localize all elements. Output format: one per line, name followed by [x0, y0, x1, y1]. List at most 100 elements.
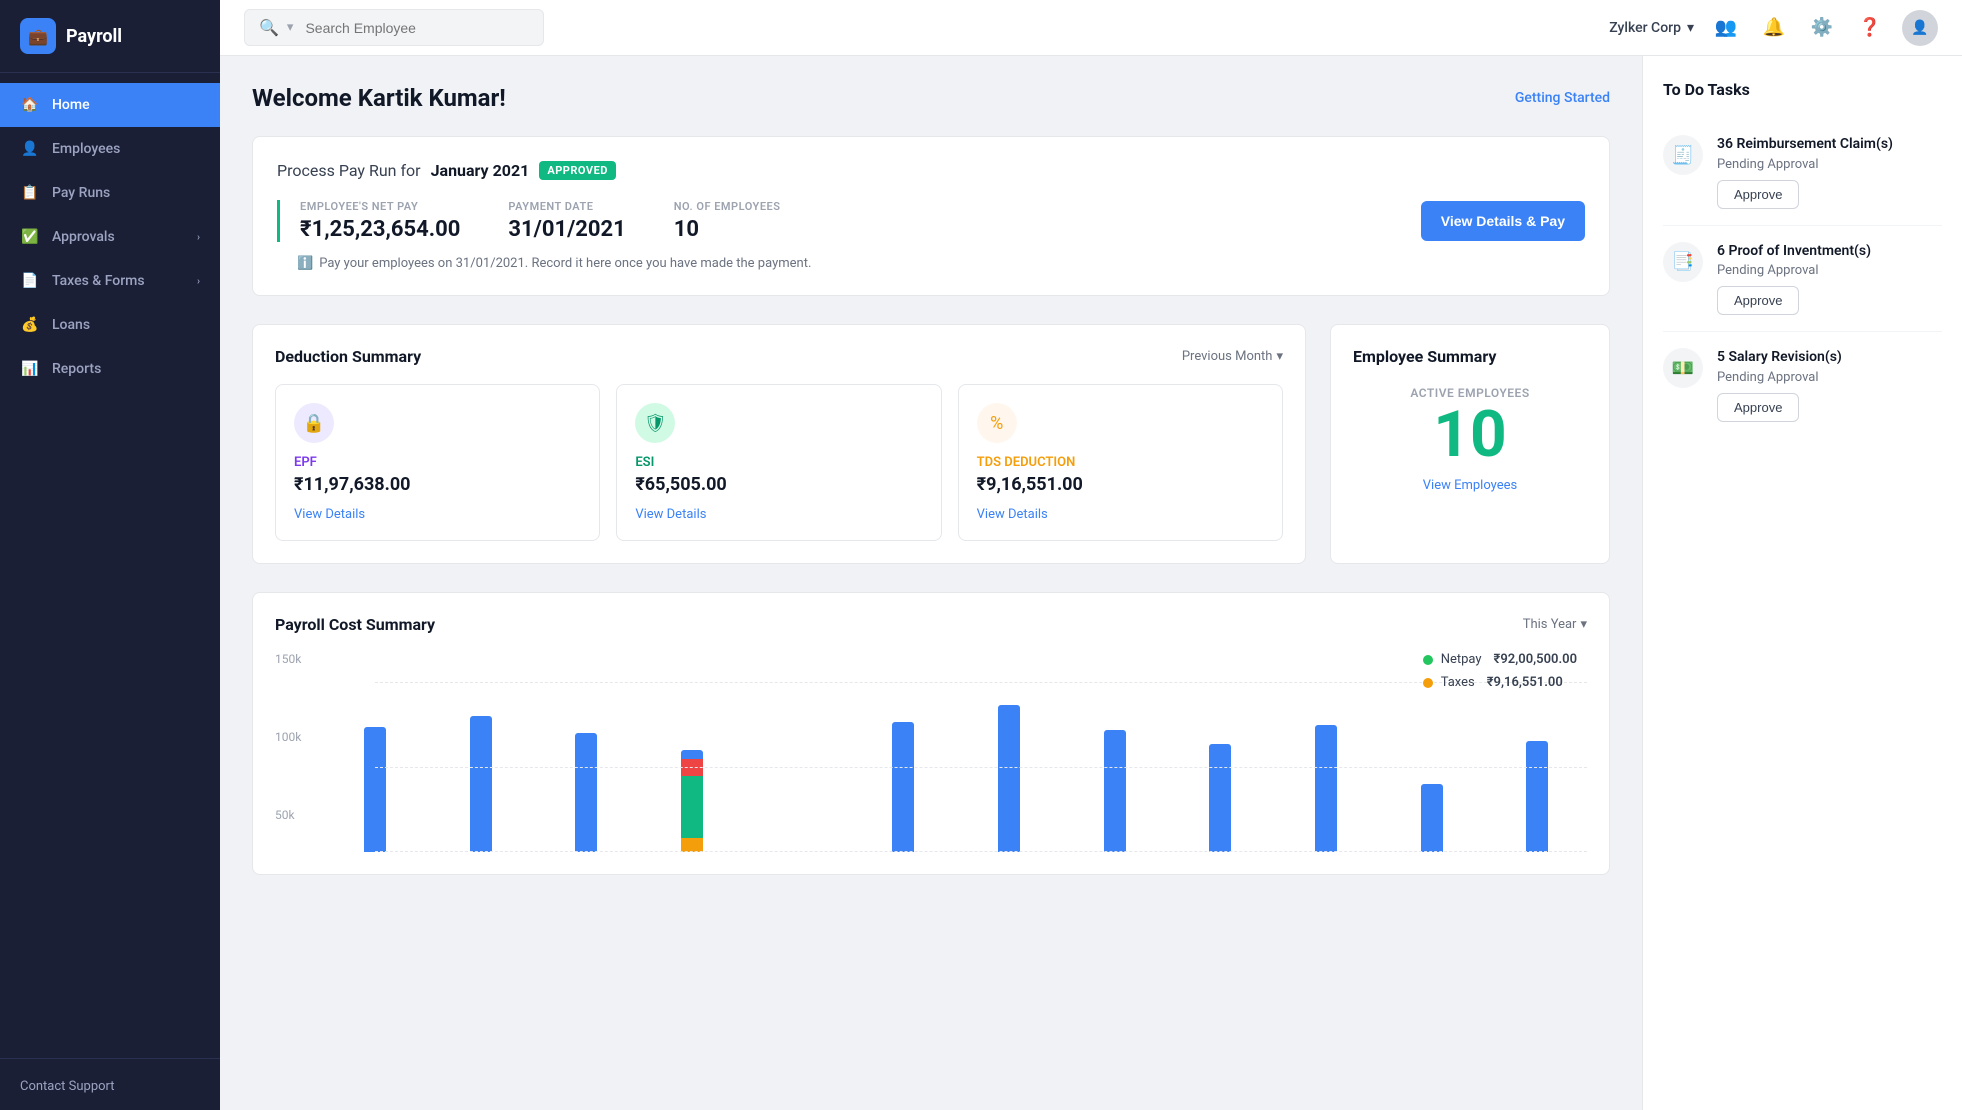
chart-bar-group — [748, 682, 848, 852]
legend-color-dot — [1423, 655, 1433, 665]
home-nav-icon: 🏠 — [20, 95, 40, 115]
tds-amount: ₹9,16,551.00 — [977, 474, 1264, 495]
sidebar-item-approvals[interactable]: ✅ Approvals › — [0, 215, 220, 259]
pay-runs-nav-icon: 📋 — [20, 183, 40, 203]
todo-panel-title: To Do Tasks — [1663, 80, 1942, 99]
proof-investment-task-content: 6 Proof of Inventment(s) Pending Approva… — [1717, 242, 1942, 316]
salary-revision-approve-button[interactable]: Approve — [1717, 393, 1799, 422]
period-label: Previous Month — [1182, 349, 1273, 364]
arrow-approvals: › — [197, 232, 200, 243]
chart-y-labels: 150k 100k 50k — [275, 652, 301, 822]
search-divider: ▾ — [287, 20, 294, 35]
main-content: Welcome Kartik Kumar! Getting Started Pr… — [220, 56, 1642, 1110]
chart-legend: Netpay ₹92,00,500.00 Taxes ₹9,16,551.00 — [1423, 652, 1577, 690]
esi-view-details[interactable]: View Details — [635, 507, 706, 522]
bar-blue — [1209, 744, 1231, 852]
legend-label: Taxes — [1441, 675, 1475, 690]
sidebar-item-pay-runs[interactable]: 📋 Pay Runs — [0, 171, 220, 215]
page-title: Welcome Kartik Kumar! — [252, 84, 506, 112]
legend-color-dot — [1423, 678, 1433, 688]
search-input[interactable] — [305, 20, 529, 36]
cost-section-header: Payroll Cost Summary This Year ▾ — [275, 615, 1587, 634]
taxes-forms-nav-icon: 📄 — [20, 271, 40, 291]
users-icon[interactable]: 👥 — [1710, 12, 1742, 44]
epf-view-details[interactable]: View Details — [294, 507, 365, 522]
epf-name: EPF — [294, 455, 581, 470]
page-header: Welcome Kartik Kumar! Getting Started — [252, 84, 1610, 112]
year-label: This Year — [1523, 617, 1577, 632]
year-selector[interactable]: This Year ▾ — [1523, 617, 1587, 632]
chart-bars — [325, 682, 1587, 852]
gear-icon[interactable]: ⚙️ — [1806, 12, 1838, 44]
todo-tasks-list: 🧾 36 Reimbursement Claim(s) Pending Appr… — [1663, 119, 1942, 438]
sidebar-label-approvals: Approvals — [52, 229, 115, 245]
chart-bar-group — [1065, 682, 1165, 852]
period-selector[interactable]: Previous Month ▾ — [1182, 349, 1283, 364]
sidebar-item-taxes-forms[interactable]: 📄 Taxes & Forms › — [0, 259, 220, 303]
legend-value: ₹9,16,551.00 — [1487, 675, 1563, 690]
epf-icon: 🔒 — [294, 403, 334, 443]
bar-blue — [470, 716, 492, 852]
approvals-nav-icon: ✅ — [20, 227, 40, 247]
reimbursement-task-content: 36 Reimbursement Claim(s) Pending Approv… — [1717, 135, 1942, 209]
info-icon: ℹ️ — [297, 256, 313, 271]
bell-icon[interactable]: 🔔 — [1758, 12, 1790, 44]
sidebar-label-taxes-forms: Taxes & Forms — [52, 273, 145, 289]
view-details-pay-button[interactable]: View Details & Pay — [1421, 201, 1585, 241]
chart-legend-item: Taxes ₹9,16,551.00 — [1423, 675, 1577, 690]
emp-section-header: Employee Summary — [1353, 347, 1587, 366]
app-name: Payroll — [66, 26, 122, 47]
tds-icon: % — [977, 403, 1017, 443]
app-logo[interactable]: 💼 Payroll — [0, 0, 220, 73]
avatar[interactable]: 👤 — [1902, 10, 1938, 46]
emp-summary-title: Employee Summary — [1353, 347, 1496, 366]
chart-legend-item: Netpay ₹92,00,500.00 — [1423, 652, 1577, 667]
bar-blue — [575, 733, 597, 852]
esi-name: ESI — [635, 455, 922, 470]
deduction-card-esi: 🛡 ESI ₹65,505.00 View Details — [616, 384, 941, 541]
chart-bar-group — [1170, 682, 1270, 852]
y-label-100k: 100k — [275, 730, 301, 744]
sidebar-item-home[interactable]: 🏠 Home — [0, 83, 220, 127]
pay-note: ℹ️ Pay your employees on 31/01/2021. Rec… — [277, 256, 1585, 271]
reimbursement-approve-button[interactable]: Approve — [1717, 180, 1799, 209]
legend-value: ₹92,00,500.00 — [1494, 652, 1577, 667]
reimbursement-task-subtitle: Pending Approval — [1717, 157, 1942, 172]
contact-support-link[interactable]: Contact Support — [20, 1079, 115, 1094]
company-selector[interactable]: Zylker Corp ▾ — [1609, 20, 1694, 36]
company-arrow: ▾ — [1687, 20, 1694, 36]
pay-run-section: Process Pay Run for January 2021 APPROVE… — [252, 136, 1610, 296]
chart-bar-group — [536, 682, 636, 852]
getting-started-link[interactable]: Getting Started — [1515, 90, 1610, 106]
deduction-card-tds: % TDS DEDUCTION ₹9,16,551.00 View Detail… — [958, 384, 1283, 541]
payroll-cost-summary: Payroll Cost Summary This Year ▾ 150k 10… — [252, 592, 1610, 875]
y-label-50k: 50k — [275, 808, 301, 822]
proof-investment-approve-button[interactable]: Approve — [1717, 286, 1799, 315]
net-pay-label: EMPLOYEE'S NET PAY — [300, 200, 460, 213]
sidebar-item-reports[interactable]: 📊 Reports — [0, 347, 220, 391]
sidebar-item-loans[interactable]: 💰 Loans — [0, 303, 220, 347]
salary-revision-task-title: 5 Salary Revision(s) — [1717, 348, 1942, 368]
pay-run-title: Process Pay Run for January 2021 APPROVE… — [277, 161, 1585, 180]
reports-nav-icon: 📊 — [20, 359, 40, 379]
sidebar-item-employees[interactable]: 👤 Employees — [0, 127, 220, 171]
y-label-150k: 150k — [275, 652, 301, 666]
tds-view-details[interactable]: View Details — [977, 507, 1048, 522]
task-item-salary-revision: 💵 5 Salary Revision(s) Pending Approval … — [1663, 332, 1942, 438]
help-icon[interactable]: ❓ — [1854, 12, 1886, 44]
employees-nav-icon: 👤 — [20, 139, 40, 159]
bar-blue — [1526, 741, 1548, 852]
chart-bar-group — [431, 682, 531, 852]
view-employees-link[interactable]: View Employees — [1353, 478, 1587, 493]
search-box[interactable]: 🔍 ▾ — [244, 9, 544, 46]
chart-bar-group — [1276, 682, 1376, 852]
pay-note-text: Pay your employees on 31/01/2021. Record… — [319, 256, 811, 271]
arrow-taxes-forms: › — [197, 276, 200, 287]
employee-summary: Employee Summary ACTIVE EMPLOYEES 10 Vie… — [1330, 324, 1610, 564]
company-name: Zylker Corp — [1609, 20, 1681, 36]
topbar: 🔍 ▾ Zylker Corp ▾ 👥 🔔 ⚙️ ❓ 👤 — [220, 0, 1962, 56]
bar-blue — [1315, 725, 1337, 852]
deduction-cards: 🔒 EPF ₹11,97,638.00 View Details 🛡 ESI ₹… — [275, 384, 1283, 541]
main: 🔍 ▾ Zylker Corp ▾ 👥 🔔 ⚙️ ❓ 👤 Welcome Kar… — [220, 0, 1962, 1110]
period-arrow: ▾ — [1276, 349, 1283, 364]
